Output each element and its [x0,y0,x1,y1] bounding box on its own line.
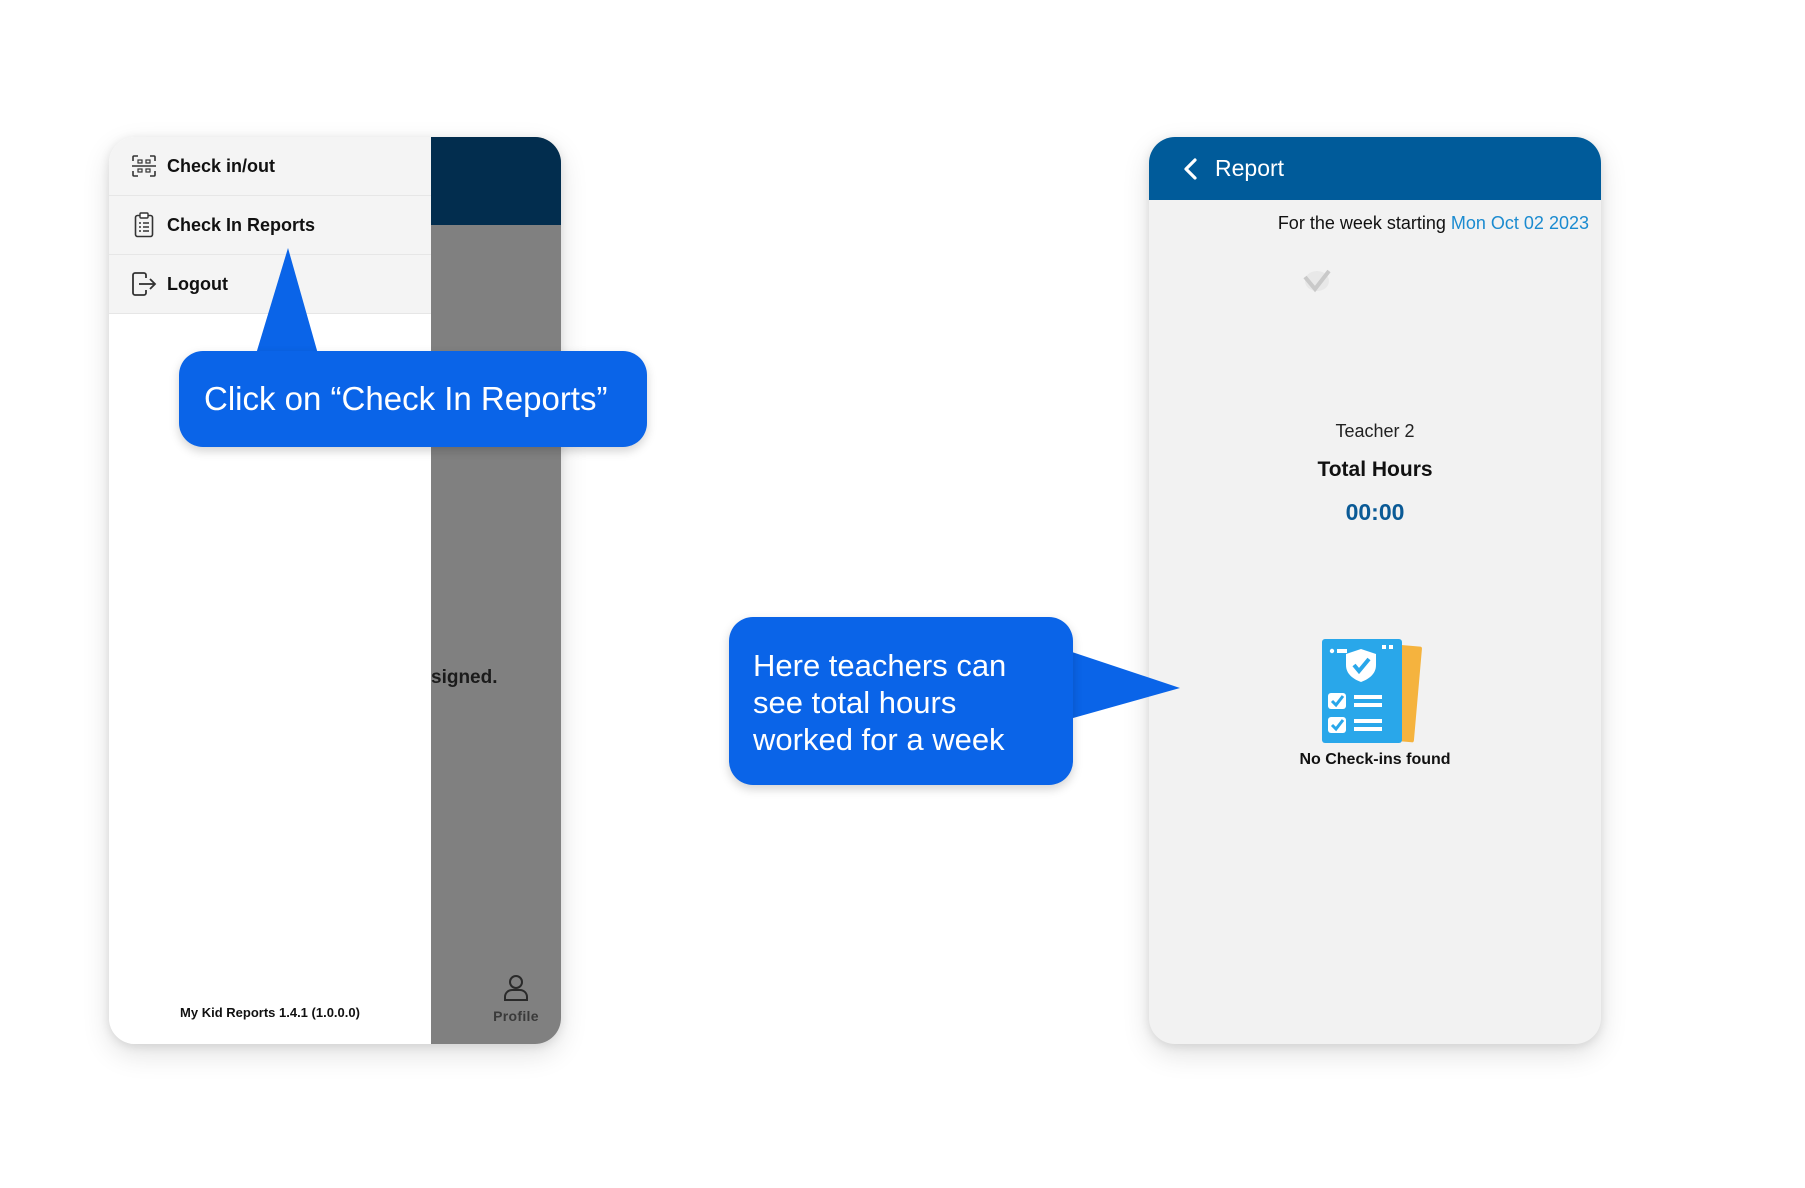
logout-icon [131,270,157,298]
background-app: signed. Profile [431,137,561,1044]
profile-tab[interactable]: Profile [471,974,561,1024]
background-header [431,137,561,225]
teacher-avatar [1297,255,1340,300]
page-title: Report [1215,155,1285,181]
menu-item-logout[interactable]: Logout [109,255,431,314]
profile-icon [504,975,528,1001]
clipboard-icon [131,211,157,239]
empty-state-message: No Check-ins found [1299,751,1451,768]
report-screen: Report For the week starting Mon Oct 02 … [1149,137,1601,1044]
callout-step-1-text: Click on “Check In Reports” [204,380,608,417]
background-partial-text: signed. [431,667,498,688]
report-header: Report [1149,137,1601,200]
callout-step-2: Here teachers can see total hours worked… [729,617,1073,785]
callout-step-2-text: Here teachers can see total hours worked… [753,648,1007,757]
menu-label: Check In Reports [167,214,316,235]
total-hours-label: Total Hours [1317,458,1433,481]
week-prefix: For the week starting [1277,213,1446,233]
menu-item-check-in-out[interactable]: Check in/out [109,137,431,196]
menu-label: Logout [167,273,228,294]
week-date-link[interactable]: Mon Oct 02 2023 [1451,213,1589,233]
menu-item-check-in-reports[interactable]: Check In Reports [109,196,431,255]
callout-step-1: Click on “Check In Reports” [179,351,647,447]
profile-tab-label: Profile [493,1008,539,1024]
scan-icon [131,152,157,180]
menu-screen: signed. Profile Check in/out Check In Re… [109,137,561,1044]
total-hours-value: 00:00 [1345,499,1405,525]
app-version: My Kid Reports 1.4.1 (1.0.0.0) [180,1005,360,1020]
week-selector[interactable]: For the week starting Mon Oct 02 2023 [1278,213,1589,234]
menu-label: Check in/out [167,155,276,176]
back-button[interactable] [1183,156,1205,182]
chevron-left-icon [1184,157,1197,180]
side-drawer: Check in/out Check In Reports Logout My … [109,137,431,1044]
empty-checklist-icon [1322,639,1422,743]
teacher-name: Teacher 2 [1335,421,1415,441]
